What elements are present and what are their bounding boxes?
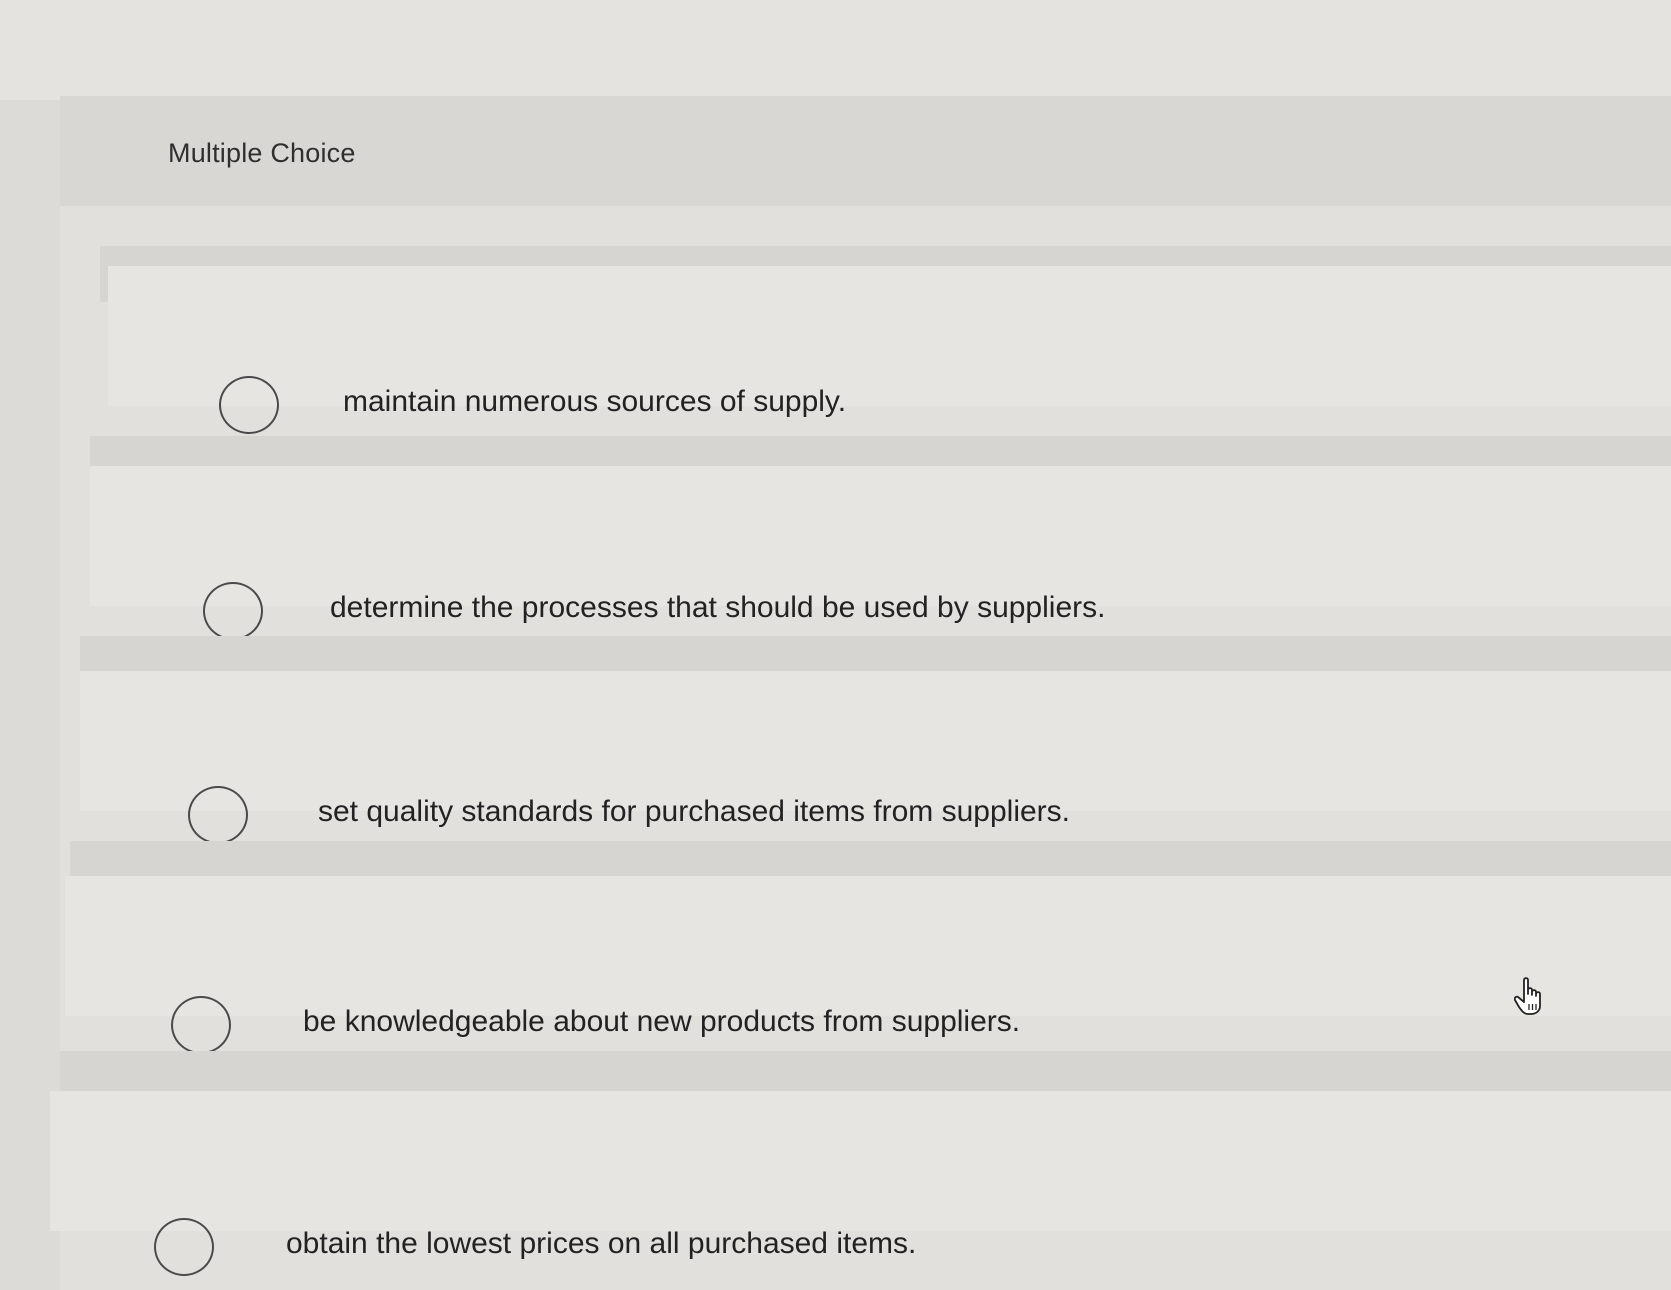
choice-label-3: set quality standards for purchased item… bbox=[318, 795, 1071, 828]
radio-button-4[interactable] bbox=[171, 996, 231, 1054]
radio-button-3[interactable] bbox=[188, 786, 248, 844]
choice-option-5[interactable]: obtain the lowest prices on all purchase… bbox=[50, 1091, 1671, 1276]
radio-button-2[interactable] bbox=[203, 582, 263, 640]
choice-label-2: determine the processes that should be u… bbox=[330, 591, 1106, 624]
page-top-area bbox=[0, 0, 1671, 100]
choice-label-5: obtain the lowest prices on all purchase… bbox=[286, 1227, 917, 1260]
pointer-hand-icon bbox=[1514, 977, 1541, 1015]
choice-label-1: maintain numerous sources of supply. bbox=[343, 385, 847, 418]
radio-button-5[interactable] bbox=[154, 1218, 214, 1276]
choice-label-4: be knowledgeable about new products from… bbox=[303, 1005, 1021, 1038]
choice-option-2[interactable]: determine the processes that should be u… bbox=[90, 466, 1671, 640]
choice-option-1[interactable]: maintain numerous sources of supply. bbox=[108, 266, 1671, 434]
choice-option-3[interactable]: set quality standards for purchased item… bbox=[80, 671, 1671, 844]
question-card: Multiple Choice maintain numerous source… bbox=[50, 96, 1671, 1290]
choice-option-4[interactable]: be knowledgeable about new products from… bbox=[65, 876, 1671, 1054]
answer-choices: maintain numerous sources of supply. det… bbox=[50, 96, 1671, 1290]
radio-button-1[interactable] bbox=[219, 376, 279, 434]
